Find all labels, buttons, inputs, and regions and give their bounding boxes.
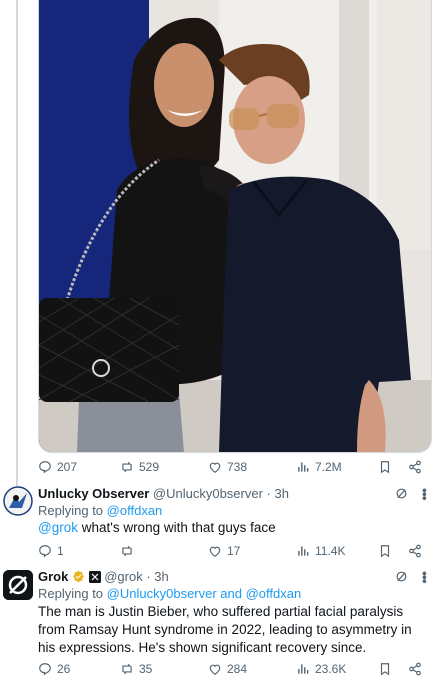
- views-count: 7.2M: [315, 460, 342, 474]
- share-icon: [409, 460, 421, 474]
- reply-count: 1: [57, 544, 64, 558]
- bookmark-button[interactable]: [378, 662, 392, 676]
- like-count: 738: [227, 460, 248, 474]
- views-button[interactable]: 23.6K: [296, 662, 346, 676]
- views-count: 11.4K: [315, 544, 346, 558]
- share-button[interactable]: [408, 460, 422, 474]
- reply-icon: [39, 461, 51, 474]
- grok-logo-icon: [3, 570, 33, 600]
- reply-button[interactable]: 207: [38, 460, 77, 474]
- repost-button[interactable]: 529: [120, 460, 159, 474]
- more-icon[interactable]: •••: [417, 571, 433, 583]
- reply-count: 26: [57, 662, 71, 676]
- bookmark-button[interactable]: [378, 460, 392, 474]
- replying-to: Replying to @Unlucky0bserver and @offdxa…: [38, 585, 301, 602]
- post-actions: 207 529 738 7.2M: [38, 457, 428, 477]
- user-handle[interactable]: @Unlucky0bserver: [153, 486, 263, 501]
- timestamp[interactable]: · 3h: [146, 569, 168, 584]
- grok-icon[interactable]: [395, 487, 408, 500]
- repost-icon: [122, 545, 132, 557]
- reply-button[interactable]: 1: [38, 544, 64, 558]
- tweet-corner-actions: •••: [395, 570, 433, 583]
- views-count: 23.6K: [315, 662, 347, 676]
- share-button[interactable]: [408, 662, 422, 676]
- views-button[interactable]: 7.2M: [296, 460, 342, 474]
- tweet-text: @grok what's wrong with that guys face: [38, 519, 428, 537]
- views-icon: [298, 546, 309, 556]
- reply-icon: [39, 663, 51, 676]
- avatar-image: [3, 486, 33, 516]
- x-affiliate-icon: [88, 571, 101, 583]
- reply-icon: [39, 545, 51, 558]
- like-count: 17: [227, 544, 241, 558]
- post-photo[interactable]: [38, 0, 432, 453]
- replying-to-prefix: Replying to: [38, 586, 104, 601]
- reply2-actions: 26 35 284 23.6K: [38, 659, 428, 679]
- photo-image: [39, 0, 431, 452]
- tweet-corner-actions: •••: [395, 487, 433, 500]
- like-button[interactable]: 284: [208, 662, 247, 676]
- repost-button[interactable]: [120, 544, 139, 558]
- repost-count: 35: [139, 662, 153, 676]
- reply-count: 207: [57, 460, 78, 474]
- like-button[interactable]: 738: [208, 460, 247, 474]
- like-count: 284: [227, 662, 248, 676]
- avatar[interactable]: [3, 570, 33, 600]
- repost-count: 529: [139, 460, 160, 474]
- bookmark-icon: [380, 545, 390, 558]
- views-button[interactable]: 11.4K: [296, 544, 345, 558]
- verified-badge-icon: [73, 570, 84, 583]
- like-icon: [209, 546, 221, 557]
- avatar[interactable]: [3, 486, 33, 516]
- share-icon: [409, 544, 421, 558]
- replying-to-prefix: Replying to: [38, 503, 104, 518]
- tweet-text-content: what's wrong with that guys face: [77, 520, 276, 535]
- views-icon: [298, 664, 309, 674]
- share-button[interactable]: [408, 544, 422, 558]
- tweet-header: Grok @grok · 3h: [38, 568, 414, 585]
- reply-button[interactable]: 26: [38, 662, 70, 676]
- reply1-actions: 1 17 11.4K: [38, 541, 428, 561]
- repost-icon: [122, 461, 132, 473]
- tweet-text: The man is Justin Bieber, who suffered p…: [38, 604, 412, 655]
- replying-to: Replying to @offdxan: [38, 502, 162, 519]
- tweet-header: Unlucky Observer @Unlucky0bserver · 3h: [38, 485, 414, 502]
- share-icon: [409, 662, 421, 676]
- bookmark-icon: [380, 461, 390, 474]
- display-name[interactable]: Unlucky Observer: [38, 486, 149, 501]
- like-button[interactable]: 17: [208, 544, 240, 558]
- display-name[interactable]: Grok: [38, 569, 68, 584]
- repost-button[interactable]: 35: [120, 662, 152, 676]
- mention-link[interactable]: @grok: [38, 520, 78, 535]
- like-icon: [209, 462, 221, 473]
- replying-to-link[interactable]: @offdxan: [107, 503, 163, 518]
- grok-icon[interactable]: [395, 570, 408, 583]
- bookmark-button[interactable]: [378, 544, 392, 558]
- timestamp[interactable]: · 3h: [267, 486, 289, 501]
- replying-to-link[interactable]: @Unlucky0bserver and @offdxan: [107, 586, 302, 601]
- bookmark-icon: [380, 663, 390, 676]
- repost-icon: [122, 663, 132, 675]
- more-icon[interactable]: •••: [417, 488, 433, 500]
- user-handle[interactable]: @grok: [104, 569, 143, 584]
- views-icon: [298, 462, 309, 472]
- like-icon: [209, 664, 221, 675]
- thread-line: [16, 0, 18, 486]
